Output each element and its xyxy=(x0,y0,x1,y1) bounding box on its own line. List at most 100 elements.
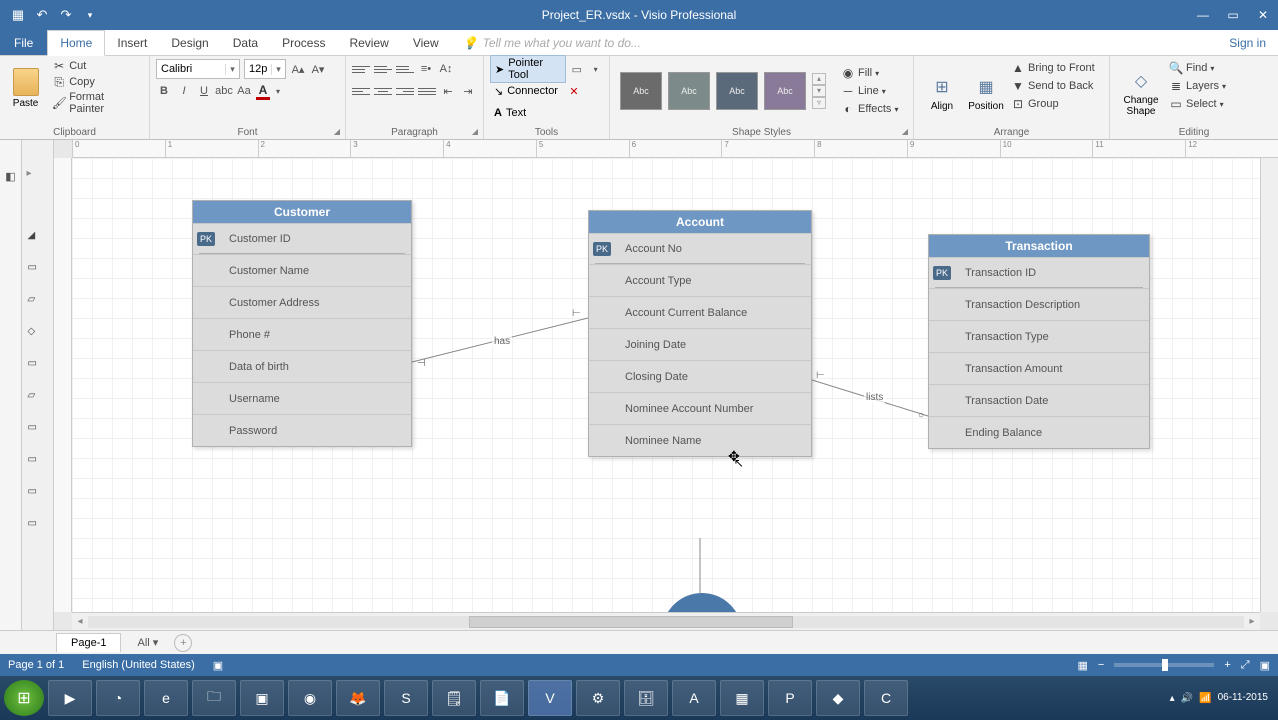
shape-tool-icon[interactable]: ▭ xyxy=(28,262,48,278)
taskbar-app-icon[interactable]: ▣ xyxy=(240,680,284,716)
maximize-button[interactable]: ▭ xyxy=(1218,0,1248,30)
tray-chevron-icon[interactable]: ▴ xyxy=(1170,693,1175,704)
align-center-icon[interactable] xyxy=(374,83,392,99)
font-name-input[interactable] xyxy=(157,63,225,75)
taskbar-app-icon[interactable]: C xyxy=(864,680,908,716)
text-tool-button[interactable]: AText xyxy=(490,106,530,120)
taskbar-firefox-icon[interactable]: 🦊 xyxy=(336,680,380,716)
shape-tool-icon[interactable]: ◇ xyxy=(28,326,48,342)
pointer-tool-button[interactable]: ➤Pointer Tool xyxy=(490,55,566,83)
change-shape-button[interactable]: ◇Change Shape xyxy=(1116,58,1166,124)
undo-icon[interactable]: ↶ xyxy=(34,7,50,23)
tab-design[interactable]: Design xyxy=(159,30,220,55)
align-bottom-icon[interactable] xyxy=(396,61,414,77)
change-case-button[interactable]: Aa xyxy=(236,83,252,99)
shape-tool-icon[interactable]: ▭ xyxy=(28,454,48,470)
zoom-in-button[interactable]: + xyxy=(1224,659,1230,671)
tab-file[interactable]: File xyxy=(0,30,47,55)
drawing-canvas[interactable]: ⊢ ⊣ ⊢ ○ has lists Customer PKCustomer ID… xyxy=(72,158,1260,612)
shape-tool-icon[interactable]: ◢ xyxy=(28,230,48,246)
stencil-pin-icon[interactable]: ◧ xyxy=(3,168,19,184)
fill-button[interactable]: ◉Fill▾ xyxy=(838,65,901,81)
underline-button[interactable]: U xyxy=(196,83,212,99)
rectangle-tool-icon[interactable]: ▭ xyxy=(570,61,585,77)
select-button[interactable]: ▭Select▾ xyxy=(1166,96,1229,112)
sheet-tab-page1[interactable]: Page-1 xyxy=(56,633,121,652)
shape-tool-icon[interactable]: ▭ xyxy=(28,486,48,502)
chevron-down-icon[interactable]: ▾ xyxy=(271,64,285,75)
increase-indent-icon[interactable]: ⇥ xyxy=(460,83,476,99)
entity-customer[interactable]: Customer PKCustomer ID Customer Name Cus… xyxy=(192,200,412,447)
connector-tool-button[interactable]: ↘Connector xyxy=(490,84,562,99)
font-dialog-launcher[interactable]: ◢ xyxy=(332,127,342,137)
group-button[interactable]: ⊡Group xyxy=(1008,96,1098,112)
paste-button[interactable]: Paste xyxy=(6,58,45,118)
line-button[interactable]: ─Line▾ xyxy=(838,83,901,99)
shape-tool-icon[interactable]: ▱ xyxy=(28,294,48,310)
taskbar-pdf-icon[interactable]: A xyxy=(672,680,716,716)
shape-tool-icon[interactable]: ▭ xyxy=(28,422,48,438)
paragraph-dialog-launcher[interactable]: ◢ xyxy=(470,127,480,137)
style-swatch-2[interactable]: Abc xyxy=(668,72,710,110)
tell-me-search[interactable]: 💡 Tell me what you want to do... xyxy=(451,30,1218,55)
start-button[interactable]: ⊞ xyxy=(4,680,44,716)
bring-to-front-button[interactable]: ▲Bring to Front xyxy=(1008,60,1098,76)
format-painter-button[interactable]: 🖌Format Painter xyxy=(49,90,143,116)
taskbar-ie-icon[interactable]: e xyxy=(144,680,188,716)
taskbar-notes-icon[interactable]: 🗒 xyxy=(432,680,476,716)
effects-button[interactable]: ◐Effects▾ xyxy=(838,101,901,117)
taskbar-app-icon[interactable]: ◆ xyxy=(816,680,860,716)
tab-review[interactable]: Review xyxy=(337,30,400,55)
chevron-down-icon[interactable]: ▾ xyxy=(225,64,239,75)
connector-label-has[interactable]: has xyxy=(492,336,512,347)
tab-insert[interactable]: Insert xyxy=(105,30,159,55)
taskbar-app-icon[interactable]: ▦ xyxy=(720,680,764,716)
presentation-mode-icon[interactable]: ▦ xyxy=(1078,659,1088,672)
position-button[interactable]: ▦Position xyxy=(964,58,1008,124)
shapes-expand-handle[interactable]: ▸ xyxy=(22,168,36,182)
taskbar-powerpoint-icon[interactable]: P xyxy=(768,680,812,716)
fit-page-icon[interactable]: ⤢ xyxy=(1241,659,1250,672)
shape-styles-dialog-launcher[interactable]: ◢ xyxy=(900,127,910,137)
scrollbar-horizontal[interactable]: ◂ ▸ xyxy=(72,612,1260,630)
scroll-left-icon[interactable]: ◂ xyxy=(72,616,88,627)
grow-font-icon[interactable]: A▴ xyxy=(290,61,306,77)
tray-icon[interactable]: 🔊 xyxy=(1181,693,1193,704)
bold-button[interactable]: B xyxy=(156,83,172,99)
taskbar-notepad-icon[interactable]: 📄 xyxy=(480,680,524,716)
close-x-icon[interactable]: ✕ xyxy=(566,83,582,99)
align-button[interactable]: ⊞Align xyxy=(920,58,964,124)
justify-icon[interactable] xyxy=(418,83,436,99)
send-to-back-button[interactable]: ▼Send to Back xyxy=(1008,78,1098,94)
macro-record-icon[interactable]: ▣ xyxy=(213,659,223,672)
taskbar-skype-icon[interactable]: S xyxy=(384,680,428,716)
connector-label-lists[interactable]: lists xyxy=(864,392,885,403)
taskbar-explorer-icon[interactable]: 🗀 xyxy=(192,680,236,716)
font-name-combo[interactable]: ▾ xyxy=(156,59,240,79)
style-swatch-4[interactable]: Abc xyxy=(764,72,806,110)
tab-process[interactable]: Process xyxy=(270,30,337,55)
layers-button[interactable]: ≣Layers▾ xyxy=(1166,78,1229,94)
redo-icon[interactable]: ↷ xyxy=(58,7,74,23)
system-tray[interactable]: ▴ 🔊 📶 06-11-2015 xyxy=(1170,692,1274,704)
tab-data[interactable]: Data xyxy=(221,30,270,55)
sheet-all-selector[interactable]: All ▾ xyxy=(129,633,166,652)
zoom-slider[interactable] xyxy=(1114,663,1214,667)
find-button[interactable]: 🔍Find▾ xyxy=(1166,60,1229,76)
shape-tool-icon[interactable]: ▭ xyxy=(28,518,48,534)
shape-tool-icon[interactable]: ▱ xyxy=(28,390,48,406)
font-size-input[interactable] xyxy=(245,63,271,75)
text-direction-icon[interactable]: A↕ xyxy=(438,61,454,77)
copy-button[interactable]: ⎘Copy xyxy=(49,74,143,90)
add-page-button[interactable]: + xyxy=(174,634,192,652)
entity-account[interactable]: Account PKAccount No Account Type Accoun… xyxy=(588,210,812,457)
chevron-down-icon[interactable]: ▾ xyxy=(270,83,286,99)
style-gallery-scroll[interactable]: ▴▾▿ xyxy=(812,73,826,109)
shrink-font-icon[interactable]: A▾ xyxy=(310,61,326,77)
scrollbar-vertical[interactable] xyxy=(1260,158,1278,612)
align-middle-icon[interactable] xyxy=(374,61,392,77)
taskbar-app-icon[interactable]: ▶ xyxy=(48,680,92,716)
signin-link[interactable]: Sign in xyxy=(1217,30,1278,55)
qat-customize-icon[interactable]: ▾ xyxy=(82,7,98,23)
italic-button[interactable]: I xyxy=(176,83,192,99)
